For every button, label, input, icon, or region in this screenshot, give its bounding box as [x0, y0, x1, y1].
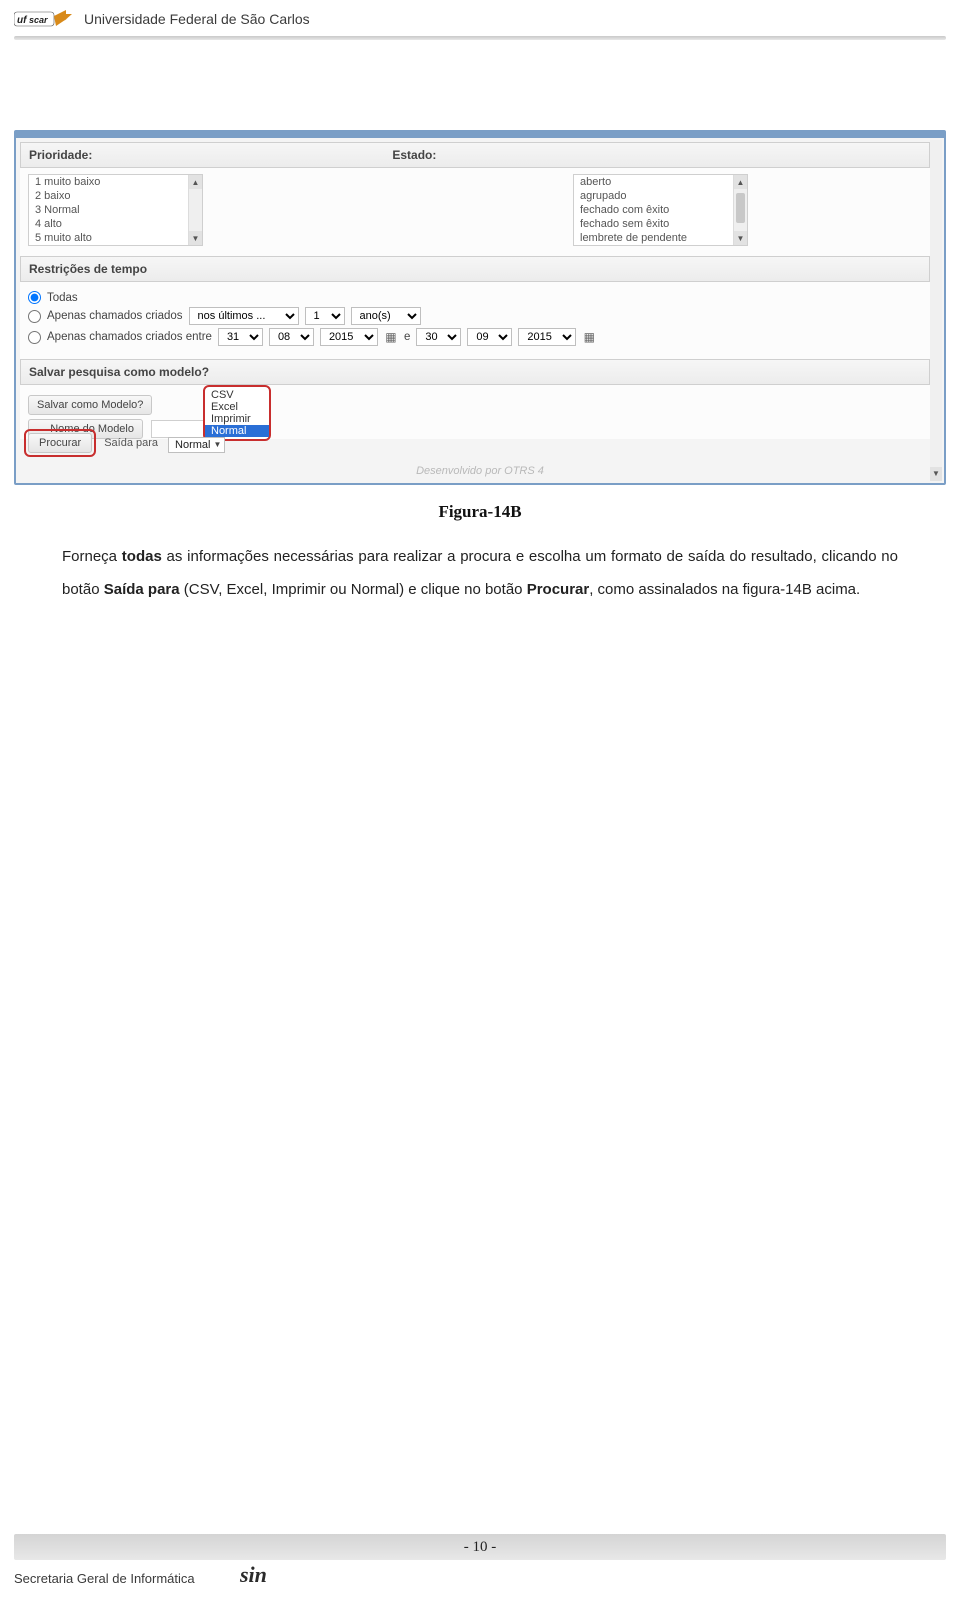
- prioridade-list[interactable]: 1 muito baixo 2 baixo 3 Normal 4 alto 5 …: [28, 174, 203, 246]
- estado-list[interactable]: aberto agrupado fechado com êxito fechad…: [573, 174, 748, 246]
- list-item[interactable]: 2 baixo: [29, 189, 202, 203]
- section-restricoes: Restrições de tempo: [20, 256, 930, 282]
- list-item[interactable]: lembrete de pendente: [574, 231, 747, 245]
- scroll-down-icon[interactable]: ▼: [734, 231, 747, 245]
- text-bold: Saída para: [104, 581, 180, 598]
- text: (CSV, Excel, Imprimir ou Normal) e cliqu…: [180, 581, 527, 598]
- list-item[interactable]: 3 Normal: [29, 203, 202, 217]
- scrollbar[interactable]: ▲ ▼: [733, 175, 747, 245]
- scrollbar-thumb[interactable]: [736, 193, 745, 223]
- header-divider: [14, 36, 946, 40]
- footer-logo: sin: [240, 1562, 267, 1588]
- radio-todas[interactable]: Todas: [28, 291, 922, 304]
- powered-by: Desenvolvido por OTRS 4: [16, 465, 944, 477]
- page-number: - 10 -: [0, 1539, 960, 1556]
- radio-criados[interactable]: Apenas chamados criados nos últimos ... …: [28, 307, 922, 325]
- saida-select[interactable]: Normal: [168, 437, 225, 453]
- dropdown-option[interactable]: Excel: [205, 401, 269, 413]
- select-from-day[interactable]: 31: [218, 328, 263, 346]
- figure-caption: Figura-14B: [0, 502, 960, 522]
- text-bold: Procurar: [527, 581, 590, 598]
- ufscar-logo: uf scar: [14, 8, 72, 32]
- label-estado: Estado:: [392, 148, 436, 162]
- select-to-year[interactable]: 2015: [518, 328, 576, 346]
- radio-input[interactable]: [28, 331, 41, 344]
- list-item[interactable]: 5 muito alto: [29, 231, 202, 245]
- text: , como assinalados na figura-14B acima.: [589, 581, 860, 598]
- select-to-day[interactable]: 30: [416, 328, 461, 346]
- scroll-down-icon[interactable]: ▼: [930, 467, 942, 481]
- select-from-year[interactable]: 2015: [320, 328, 378, 346]
- radio-input[interactable]: [28, 310, 41, 323]
- select-from-month[interactable]: 08: [269, 328, 314, 346]
- date-separator: e: [404, 331, 410, 343]
- svg-text:scar: scar: [29, 15, 48, 25]
- scrollbar[interactable]: ▲ ▼: [188, 175, 202, 245]
- radio-label: Apenas chamados criados: [47, 310, 183, 322]
- dropdown-option[interactable]: Imprimir: [205, 413, 269, 425]
- list-item[interactable]: fechado com êxito: [574, 203, 747, 217]
- footer-org: Secretaria Geral de Informática: [14, 1571, 195, 1586]
- radio-criados-entre[interactable]: Apenas chamados criados entre 31 08 2015…: [28, 328, 922, 346]
- procurar-button[interactable]: Procurar: [28, 433, 92, 453]
- radio-label: Apenas chamados criados entre: [47, 331, 212, 343]
- scroll-up-icon[interactable]: ▲: [734, 175, 747, 189]
- dropdown-option[interactable]: CSV: [205, 389, 269, 401]
- list-item[interactable]: 1 muito baixo: [29, 175, 202, 189]
- section-prioridade-estado: Prioridade: Estado:: [20, 142, 930, 168]
- scroll-up-icon[interactable]: ▲: [189, 175, 202, 189]
- window-scrollbar[interactable]: ▼: [930, 140, 942, 481]
- radio-label: Todas: [47, 292, 78, 304]
- label-saida-para: Saída para: [104, 437, 158, 449]
- select-to-month[interactable]: 09: [467, 328, 512, 346]
- radio-input[interactable]: [28, 291, 41, 304]
- select-qty[interactable]: 1: [305, 307, 345, 325]
- body-paragraph: Forneça todas as informações necessárias…: [62, 540, 898, 606]
- text-bold: todas: [122, 548, 162, 565]
- section-salvar: Salvar pesquisa como modelo?: [20, 359, 930, 385]
- list-item[interactable]: agrupado: [574, 189, 747, 203]
- calendar-icon[interactable]: ▦: [582, 330, 596, 344]
- select-unit[interactable]: ano(s): [351, 307, 421, 325]
- otrs-screenshot-panel: Prioridade: Estado: 1 muito baixo 2 baix…: [14, 130, 946, 485]
- procurar-highlight: Procurar: [24, 429, 96, 457]
- university-title: Universidade Federal de São Carlos: [84, 11, 310, 27]
- label-salvar-como: Salvar como Modelo?: [28, 395, 152, 415]
- select-nos-ultimos[interactable]: nos últimos ...: [189, 307, 299, 325]
- list-item[interactable]: 4 alto: [29, 217, 202, 231]
- svg-text:uf: uf: [17, 15, 28, 26]
- scroll-down-icon[interactable]: ▼: [189, 231, 202, 245]
- label-prioridade: Prioridade:: [29, 148, 92, 162]
- calendar-icon[interactable]: ▦: [384, 330, 398, 344]
- list-item[interactable]: fechado sem êxito: [574, 217, 747, 231]
- list-item[interactable]: aberto: [574, 175, 747, 189]
- text: Forneça: [62, 548, 122, 565]
